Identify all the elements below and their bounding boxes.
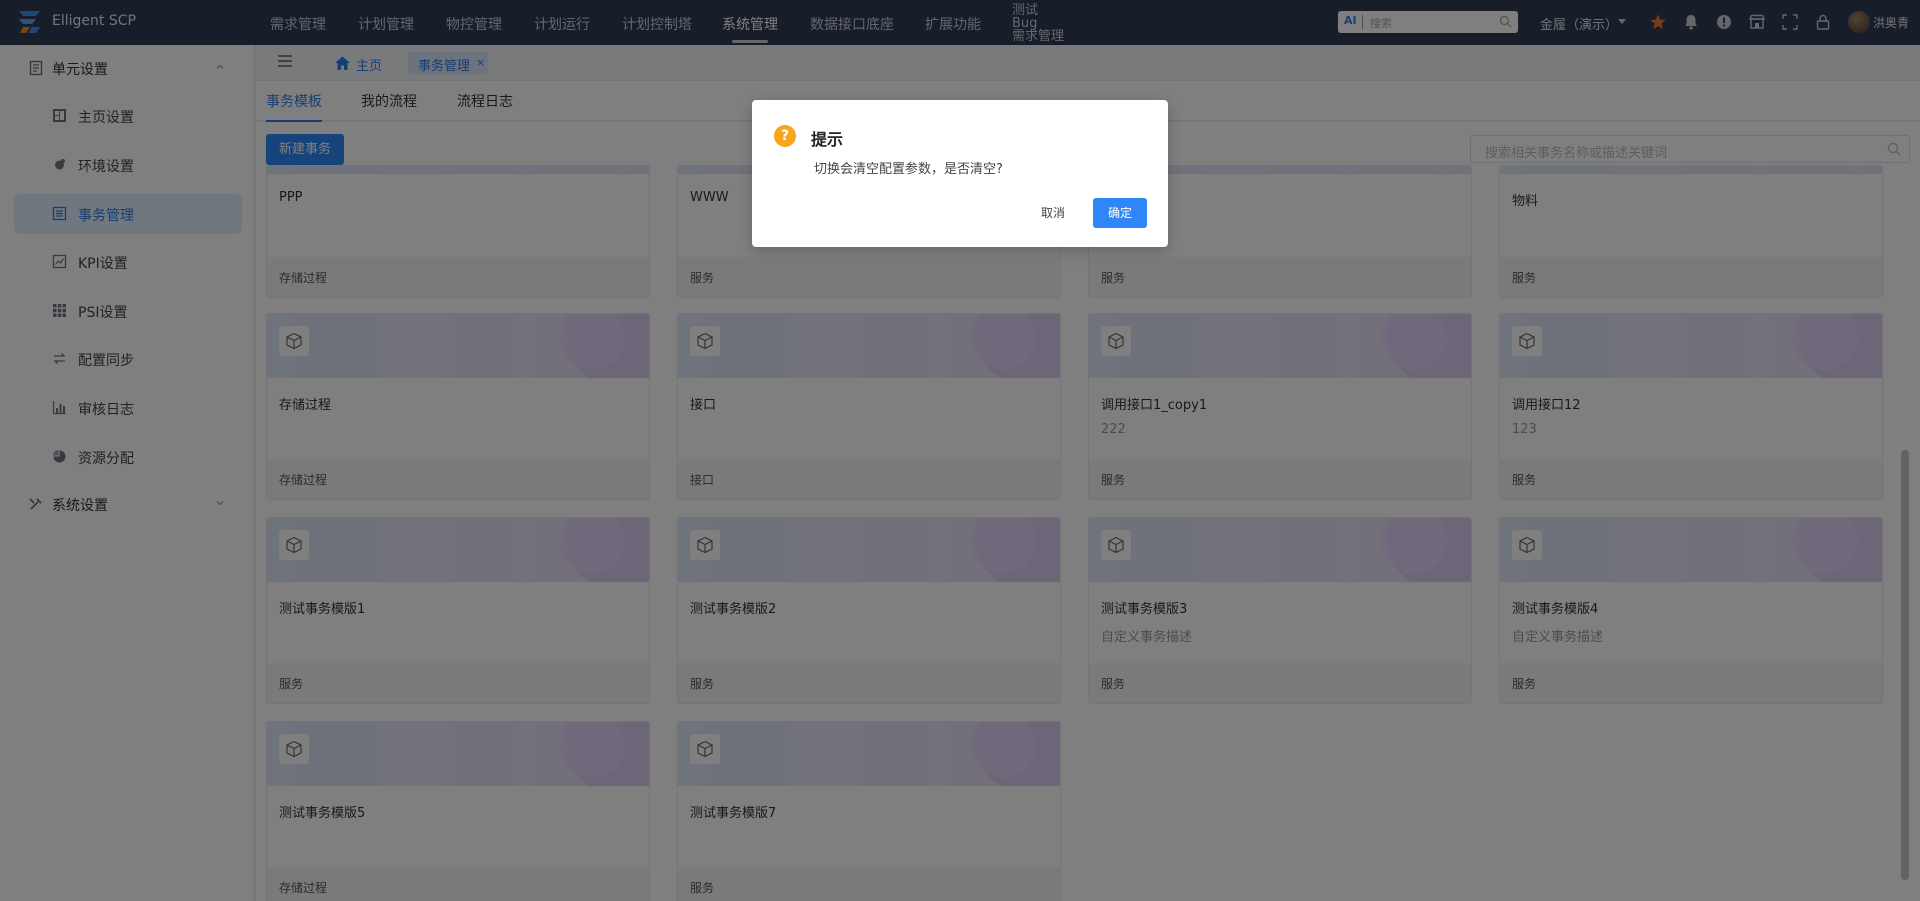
dialog-title: 提示	[811, 130, 844, 149]
confirm-button[interactable]: 确定	[1093, 198, 1147, 228]
question-icon: ?	[774, 125, 796, 147]
confirm-dialog: ? 提示 切换会清空配置参数，是否清空? 取消 确定	[752, 100, 1168, 247]
dialog-message: 切换会清空配置参数，是否清空?	[814, 162, 1003, 177]
cancel-button[interactable]: 取消	[1028, 198, 1078, 228]
